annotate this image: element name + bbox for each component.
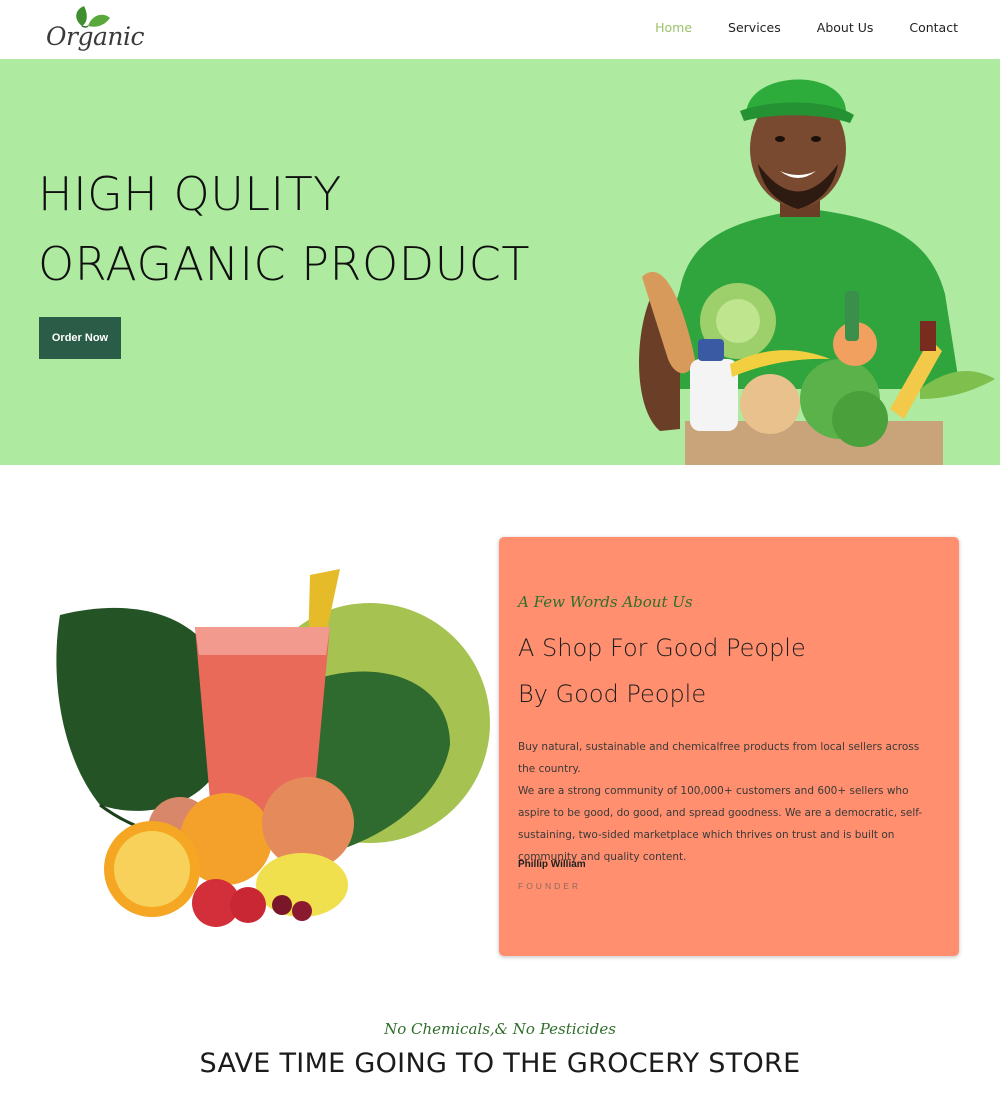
section-title: SAVE TIME GOING TO THE GROCERY STORE xyxy=(199,1048,801,1079)
about-paragraph-1: Buy natural, sustainable and chemicalfre… xyxy=(518,741,920,775)
logo-text: Organic xyxy=(46,22,144,51)
top-navbar: Organic Home Services About Us Contact xyxy=(0,0,1000,59)
nav-home[interactable]: Home xyxy=(655,20,692,35)
delivery-person-image xyxy=(639,79,995,465)
author-role: FOUNDER xyxy=(518,881,582,891)
order-now-button[interactable]: Order Now xyxy=(39,317,121,359)
about-paragraph-2: We are a strong community of 100,000+ cu… xyxy=(518,785,923,863)
about-title-line1: A Shop For Good People xyxy=(518,634,806,662)
section-subtitle: No Chemicals,& No Pesticides xyxy=(384,1020,616,1038)
about-subtitle: A Few Words About Us xyxy=(518,593,693,611)
hero-title: HIGH QULITY ORAGANIC PRODUCT xyxy=(38,159,530,299)
about-card: A Few Words About Us A Shop For Good Peo… xyxy=(499,537,959,956)
nav-about-us[interactable]: About Us xyxy=(817,20,874,35)
author-name: Phillip William xyxy=(518,859,586,870)
about-title-line2: By Good People xyxy=(518,680,707,708)
smoothie-fruits-image xyxy=(56,569,490,927)
nav-menu: Home Services About Us Contact xyxy=(655,20,958,35)
hero-title-line2: ORAGANIC PRODUCT xyxy=(38,237,531,291)
about-title: A Shop For Good People By Good People xyxy=(518,625,806,717)
logo[interactable]: Organic xyxy=(44,4,144,56)
hero-banner: HIGH QULITY ORAGANIC PRODUCT Order Now xyxy=(0,59,1000,465)
hero-title-line1: HIGH QULITY xyxy=(38,167,342,221)
nav-contact[interactable]: Contact xyxy=(909,20,958,35)
nav-services[interactable]: Services xyxy=(728,20,781,35)
